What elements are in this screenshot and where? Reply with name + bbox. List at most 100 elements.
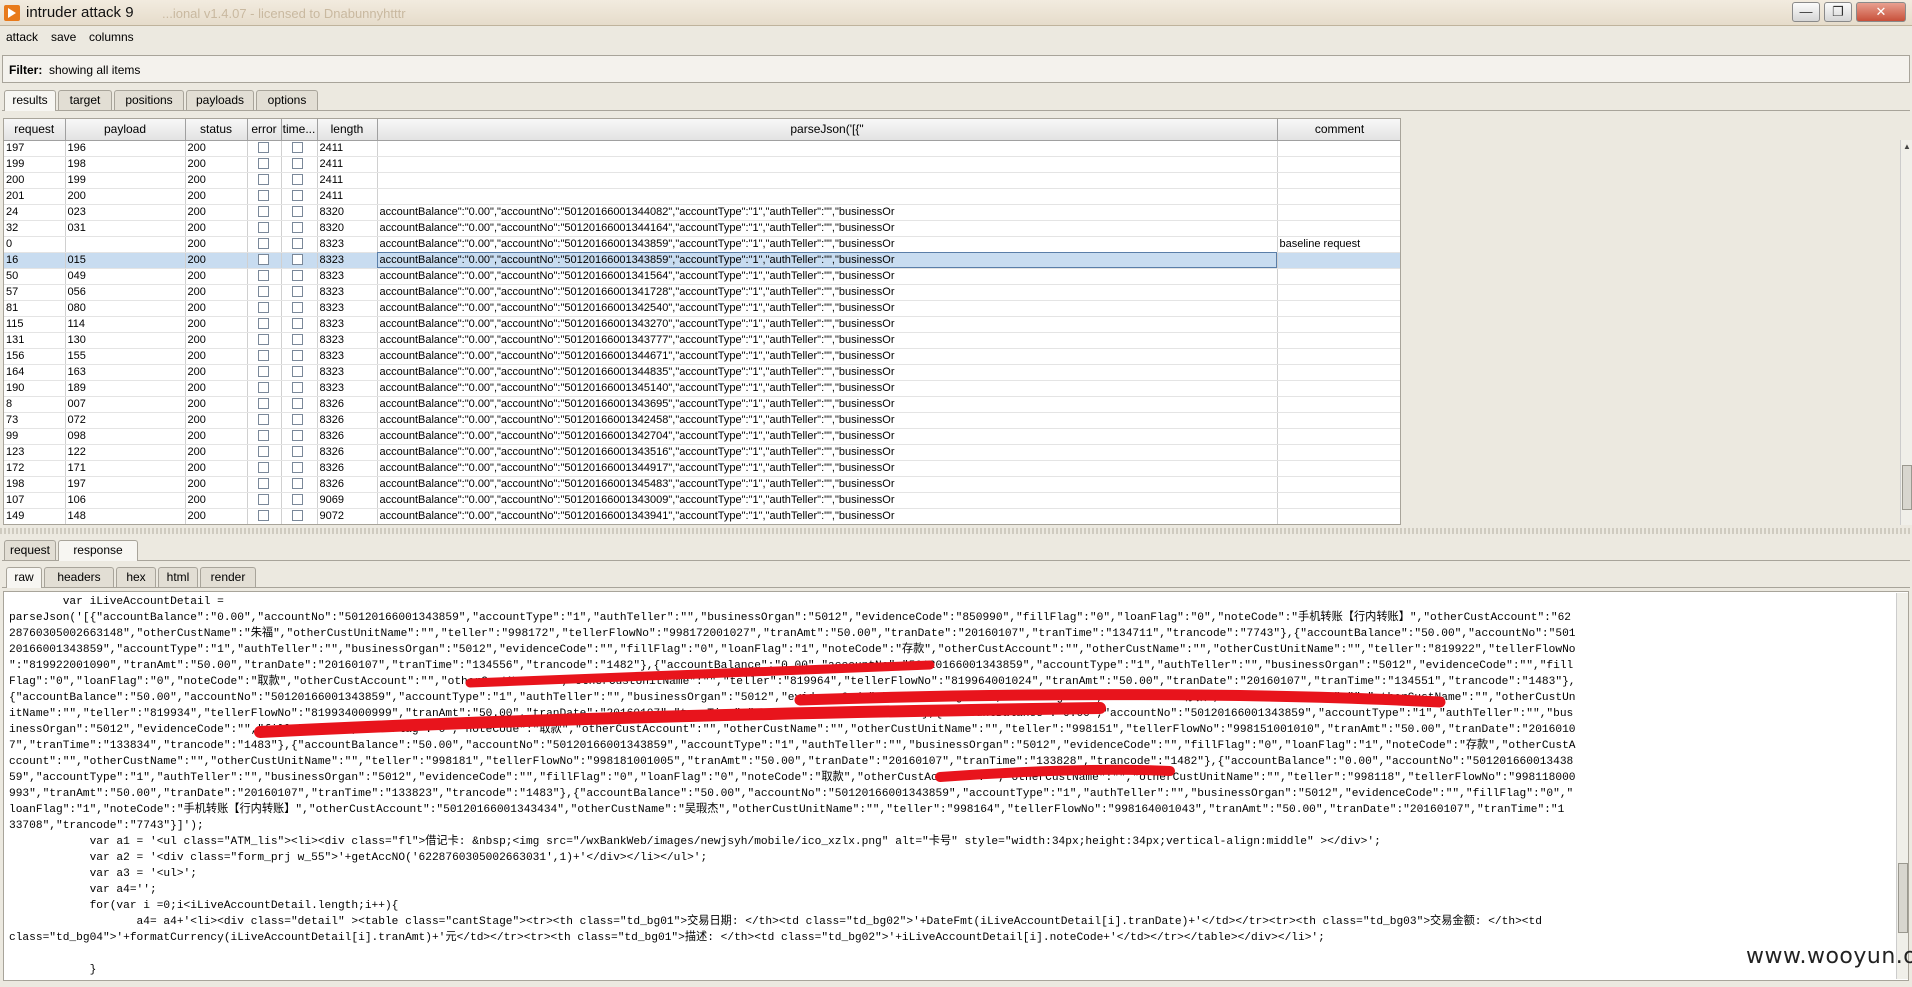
results-scrollbar[interactable]: ▲ [1900, 140, 1912, 525]
scroll-up-icon[interactable]: ▲ [1902, 142, 1912, 152]
checkbox[interactable] [291, 238, 303, 250]
table-row[interactable]: 0 200 8323 accountBalance":"0.00","accountN… [4, 236, 1400, 253]
col-payload[interactable]: payload [65, 119, 186, 141]
checkbox[interactable] [257, 398, 269, 410]
checkbox[interactable] [257, 494, 269, 506]
checkbox[interactable] [291, 318, 303, 330]
table-row[interactable]: 57 056 200 8323 accountBalance":"0.00","acco… [4, 284, 1400, 301]
checkbox[interactable] [291, 158, 303, 170]
col-timeout[interactable]: time... [281, 119, 318, 141]
checkbox[interactable] [257, 190, 269, 202]
scroll-thumb[interactable] [1902, 465, 1912, 510]
table-row[interactable]: 149 148 200 9072 accountBalance":"0.00","acc… [4, 508, 1400, 524]
table-row[interactable]: 115 114 200 8323 accountBalance":"0.00","acc… [4, 316, 1400, 333]
tab-results[interactable]: results [4, 90, 56, 111]
scroll-thumb[interactable] [1898, 863, 1908, 933]
table-row[interactable]: 50 049 200 8323 accountBalance":"0.00","acco… [4, 268, 1400, 285]
checkbox[interactable] [291, 382, 303, 394]
table-row[interactable]: 164 163 200 8323 accountBalance":"0.00","acc… [4, 364, 1400, 381]
checkbox[interactable] [291, 302, 303, 314]
table-row[interactable]: 131 130 200 8323 accountBalance":"0.00","acc… [4, 332, 1400, 349]
table-row[interactable]: 8 007 200 8326 accountBalance":"0.00","accou… [4, 396, 1400, 413]
minimize-button[interactable]: — [1792, 2, 1820, 22]
tab-html[interactable]: html [158, 567, 198, 587]
checkbox[interactable] [291, 414, 303, 426]
checkbox[interactable] [257, 142, 269, 154]
checkbox[interactable] [291, 366, 303, 378]
checkbox[interactable] [257, 238, 269, 250]
checkbox[interactable] [291, 334, 303, 346]
checkbox[interactable] [257, 430, 269, 442]
tab-hex[interactable]: hex [116, 567, 156, 587]
col-error[interactable]: error [247, 119, 282, 141]
checkbox[interactable] [257, 254, 269, 266]
table-row[interactable]: 81 080 200 8323 accountBalance":"0.00","acco… [4, 300, 1400, 317]
checkbox[interactable] [257, 478, 269, 490]
col-status[interactable]: status [185, 119, 248, 141]
checkbox[interactable] [257, 158, 269, 170]
checkbox[interactable] [291, 142, 303, 154]
table-row[interactable]: 24 023 200 8320 accountBalance":"0.00","acco… [4, 204, 1400, 221]
checkbox[interactable] [291, 270, 303, 282]
checkbox[interactable] [257, 206, 269, 218]
checkbox[interactable] [257, 462, 269, 474]
table-row[interactable]: 32 031 200 8320 accountBalance":"0.00","acco… [4, 220, 1400, 237]
split-pane-divider[interactable] [0, 528, 1912, 534]
checkbox[interactable] [291, 510, 303, 522]
checkbox[interactable] [257, 174, 269, 186]
checkbox[interactable] [291, 190, 303, 202]
checkbox[interactable] [257, 270, 269, 282]
checkbox[interactable] [291, 430, 303, 442]
table-row[interactable]: 201 200 200 2411 [4, 188, 1400, 205]
col-parsejson[interactable]: parseJson('[{" [377, 119, 1278, 141]
col-request[interactable]: request [4, 119, 66, 141]
checkbox[interactable] [257, 446, 269, 458]
menu-columns[interactable]: columns [89, 30, 134, 44]
filter-bar[interactable]: Filter: showing all items [2, 55, 1910, 83]
tab-raw[interactable]: raw [6, 567, 42, 588]
checkbox[interactable] [291, 206, 303, 218]
table-row[interactable]: 200 199 200 2411 [4, 172, 1400, 189]
checkbox[interactable] [291, 462, 303, 474]
table-row[interactable]: 198 197 200 8326 accountBalance":"0.00","acc… [4, 476, 1400, 493]
tab-render[interactable]: render [200, 567, 256, 587]
checkbox[interactable] [257, 222, 269, 234]
tab-response[interactable]: response [58, 540, 138, 561]
checkbox[interactable] [291, 478, 303, 490]
table-row[interactable]: 156 155 200 8323 accountBalance":"0.00","acc… [4, 348, 1400, 365]
checkbox[interactable] [291, 350, 303, 362]
checkbox[interactable] [291, 254, 303, 266]
checkbox[interactable] [257, 318, 269, 330]
checkbox[interactable] [257, 414, 269, 426]
checkbox[interactable] [291, 174, 303, 186]
response-scrollbar[interactable] [1896, 593, 1908, 979]
table-row[interactable]: 107 106 200 9069 accountBalance":"0.00","acc… [4, 492, 1400, 509]
tab-request[interactable]: request [4, 540, 56, 560]
col-length[interactable]: length [317, 119, 378, 141]
checkbox[interactable] [257, 286, 269, 298]
tab-headers[interactable]: headers [44, 567, 114, 587]
checkbox[interactable] [257, 302, 269, 314]
table-row[interactable]: 172 171 200 8326 accountBalance":"0.00","acc… [4, 460, 1400, 477]
checkbox[interactable] [257, 510, 269, 522]
checkbox[interactable] [257, 350, 269, 362]
checkbox[interactable] [291, 286, 303, 298]
checkbox[interactable] [291, 446, 303, 458]
response-raw-text[interactable]: var iLiveAccountDetail = parseJson('[{"ac… [3, 591, 1909, 981]
tab-positions[interactable]: positions [114, 90, 184, 110]
table-row[interactable]: 190 189 200 8323 accountBalance":"0.00","acc… [4, 380, 1400, 397]
checkbox[interactable] [291, 398, 303, 410]
tab-payloads[interactable]: payloads [186, 90, 254, 110]
menu-save[interactable]: save [51, 30, 76, 44]
checkbox[interactable] [257, 366, 269, 378]
col-comment[interactable]: comment [1277, 119, 1400, 141]
close-button[interactable]: ✕ [1856, 2, 1906, 22]
tab-target[interactable]: target [58, 90, 112, 110]
checkbox[interactable] [291, 494, 303, 506]
table-row[interactable]: 197 196 200 2411 [4, 140, 1400, 157]
results-table[interactable]: request payload status error time... len… [3, 118, 1401, 525]
table-row[interactable]: 199 198 200 2411 [4, 156, 1400, 173]
checkbox[interactable] [291, 222, 303, 234]
checkbox[interactable] [257, 334, 269, 346]
table-row[interactable]: 16 015 200 8323 accountBalance":"0.00","acco… [4, 252, 1400, 269]
